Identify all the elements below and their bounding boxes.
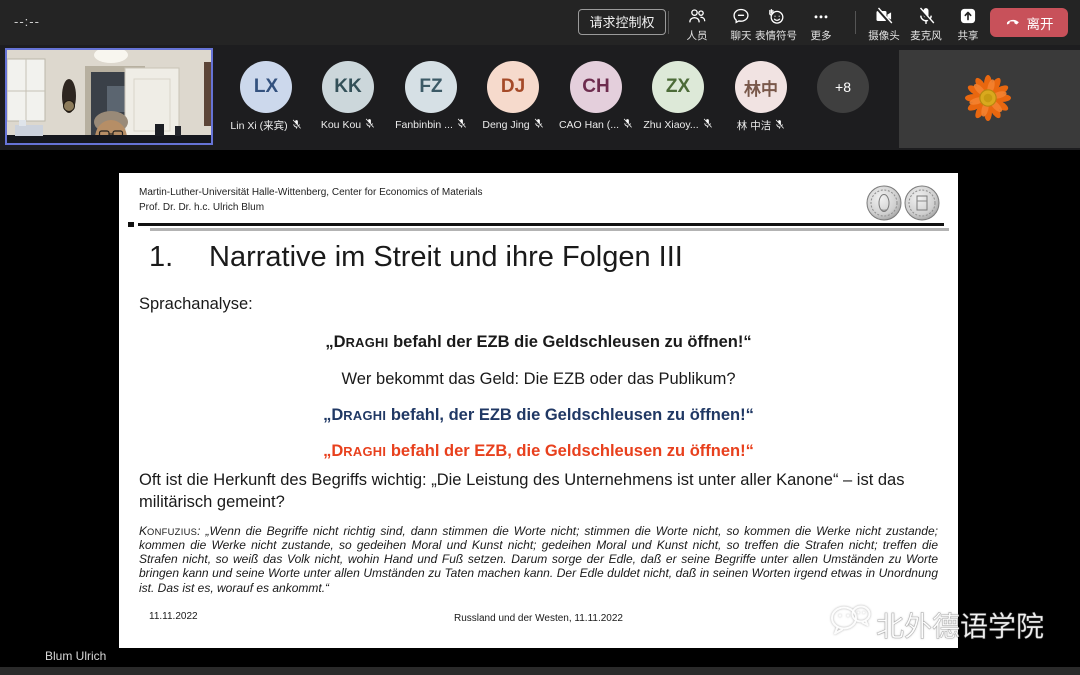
slide-title-text: Narrative im Streit und ihre Folgen III (209, 241, 683, 274)
quote-red: „DRAGHI befahl der EZB, die Geldschleuse… (119, 442, 958, 461)
mic-muted-icon (622, 118, 633, 132)
toolbar-divider (668, 11, 669, 34)
participant-tile[interactable]: ZX Zhu Xiaoy... (637, 61, 719, 132)
participant-tile[interactable]: DJ Deng Jing (472, 61, 554, 132)
participant-name: Kou Kou (321, 119, 361, 131)
mic-muted-icon (533, 118, 544, 132)
avatar: CH (570, 61, 622, 113)
more-icon (797, 6, 845, 26)
mic-muted-icon (702, 118, 713, 132)
mic-muted-icon (364, 118, 375, 132)
emoji-button[interactable]: 表情符号 (752, 6, 800, 43)
leave-button-label: 离开 (1027, 13, 1054, 33)
participant-name: 林 中洁 (737, 118, 771, 133)
avatar: 林中 (735, 61, 787, 113)
participant-name: Zhu Xiaoy... (643, 119, 698, 131)
camera-button[interactable]: 摄像头 (860, 6, 908, 43)
avatar: FZ (405, 61, 457, 113)
slide-header: Martin-Luther-Universität Halle-Wittenbe… (139, 186, 482, 215)
participant-video-tile[interactable] (899, 50, 1080, 148)
avatar: LX (240, 61, 292, 113)
avatar: ZX (652, 61, 704, 113)
request-control-button[interactable]: 请求控制权 (578, 9, 666, 35)
share-icon (944, 6, 992, 26)
emoji-icon (752, 6, 800, 26)
participant-tile[interactable]: CH CAO Han (... (555, 61, 637, 132)
slide-paragraph: Oft ist die Herkunft des Begriffs wichti… (139, 469, 936, 514)
slide-title-number: 1. (149, 241, 209, 274)
slide-subtitle: Sprachanalyse: (139, 295, 253, 314)
konfuzius-quote: KONFUZIUS: „Wenn die Begriffe nicht rich… (139, 524, 938, 595)
quote-blue: „DRAGHI befahl, der EZB die Geldschleuse… (119, 406, 958, 425)
quote-black: „DRAGHI befahl der EZB die Geldschleusen… (119, 333, 958, 352)
meeting-timer: --:-- (14, 14, 40, 29)
university-seal-coins (864, 183, 944, 228)
avatar: DJ (487, 61, 539, 113)
phone-hangup-icon (1005, 13, 1021, 32)
mic-muted-icon (456, 118, 467, 132)
participant-tile[interactable]: LX Lin Xi (来宾) (225, 61, 307, 133)
participants-button[interactable]: 人员 (673, 6, 721, 43)
screen-share-area: Martin-Luther-Universität Halle-Wittenbe… (0, 150, 1080, 675)
avatar: KK (322, 61, 374, 113)
meeting-toolbar: --:-- 请求控制权 人员 聊天 表情符号 更多 摄像头 麦克风 共享 离开 (0, 0, 1080, 45)
header-rule-gray (150, 228, 949, 231)
window-bottom-bar (0, 667, 1080, 675)
mic-button[interactable]: 麦克风 (902, 6, 950, 43)
people-icon (673, 6, 721, 26)
mic-muted-icon (291, 119, 302, 133)
slide-footer-title: Russland und der Westen, 11.11.2022 (119, 613, 958, 624)
slide-title: 1. Narrative im Streit und ihre Folgen I… (149, 241, 683, 274)
toolbar-divider (855, 11, 856, 34)
slide-header-line2: Prof. Dr. Dr. h.c. Ulrich Blum (139, 201, 482, 216)
header-rule-black (138, 223, 944, 226)
participant-tile[interactable]: FZ Fanbinbin ... (390, 61, 472, 132)
camera-off-icon (860, 6, 908, 26)
participant-name: Deng Jing (482, 119, 529, 131)
mic-off-icon (902, 6, 950, 26)
participant-name: CAO Han (... (559, 119, 619, 131)
presentation-slide: Martin-Luther-Universität Halle-Wittenbe… (119, 173, 958, 648)
participant-tile[interactable]: 林中 林 中洁 (720, 61, 802, 133)
sharer-name-label: Blum Ulrich (45, 649, 106, 663)
mic-muted-icon (774, 119, 785, 133)
participant-name: Fanbinbin ... (395, 119, 453, 131)
flower-avatar (965, 75, 1011, 121)
participant-filmstrip: LX Lin Xi (来宾) KK Kou Kou FZ Fanbinbin .… (0, 45, 1080, 150)
more-button[interactable]: 更多 (797, 6, 845, 43)
participant-name: Lin Xi (来宾) (230, 118, 287, 133)
slide-header-line1: Martin-Luther-Universität Halle-Wittenbe… (139, 186, 482, 201)
participant-tile[interactable]: KK Kou Kou (307, 61, 389, 132)
share-button[interactable]: 共享 (944, 6, 992, 43)
question-line: Wer bekommt das Geld: Die EZB oder das P… (119, 370, 958, 389)
active-speaker-video[interactable] (5, 48, 213, 145)
webcam-room-scene (7, 50, 211, 143)
leave-button[interactable]: 离开 (990, 8, 1068, 37)
overflow-participants-badge[interactable]: +8 (817, 61, 869, 113)
header-rule-square (128, 222, 134, 227)
